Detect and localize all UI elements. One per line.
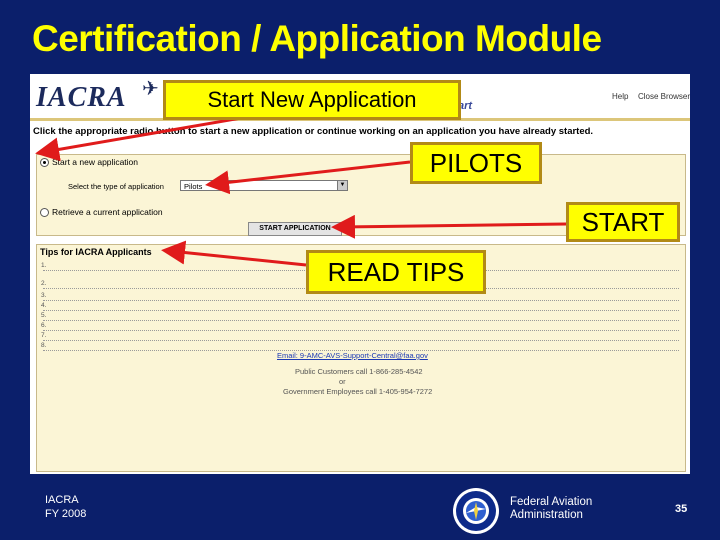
callout-read-tips: READ TIPS	[306, 250, 486, 294]
footer-left: IACRA FY 2008	[45, 493, 86, 521]
footer-org: IACRA	[45, 494, 79, 506]
callout-pilots: PILOTS	[410, 142, 542, 184]
arrow-pilots	[205, 160, 411, 195]
page-number: 35	[675, 503, 688, 515]
callout-start: START	[566, 202, 680, 242]
agency-name: Federal Aviation Administration	[510, 496, 592, 522]
arrow-read-tips	[161, 240, 307, 267]
arrow-start	[331, 214, 567, 239]
footer-year: FY 2008	[45, 508, 87, 520]
faa-seal-icon	[453, 488, 499, 534]
callout-start-new-application: Start New Application	[163, 80, 461, 120]
agency-line-2: Administration	[510, 509, 583, 521]
agency-line-1: Federal Aviation	[510, 496, 593, 508]
